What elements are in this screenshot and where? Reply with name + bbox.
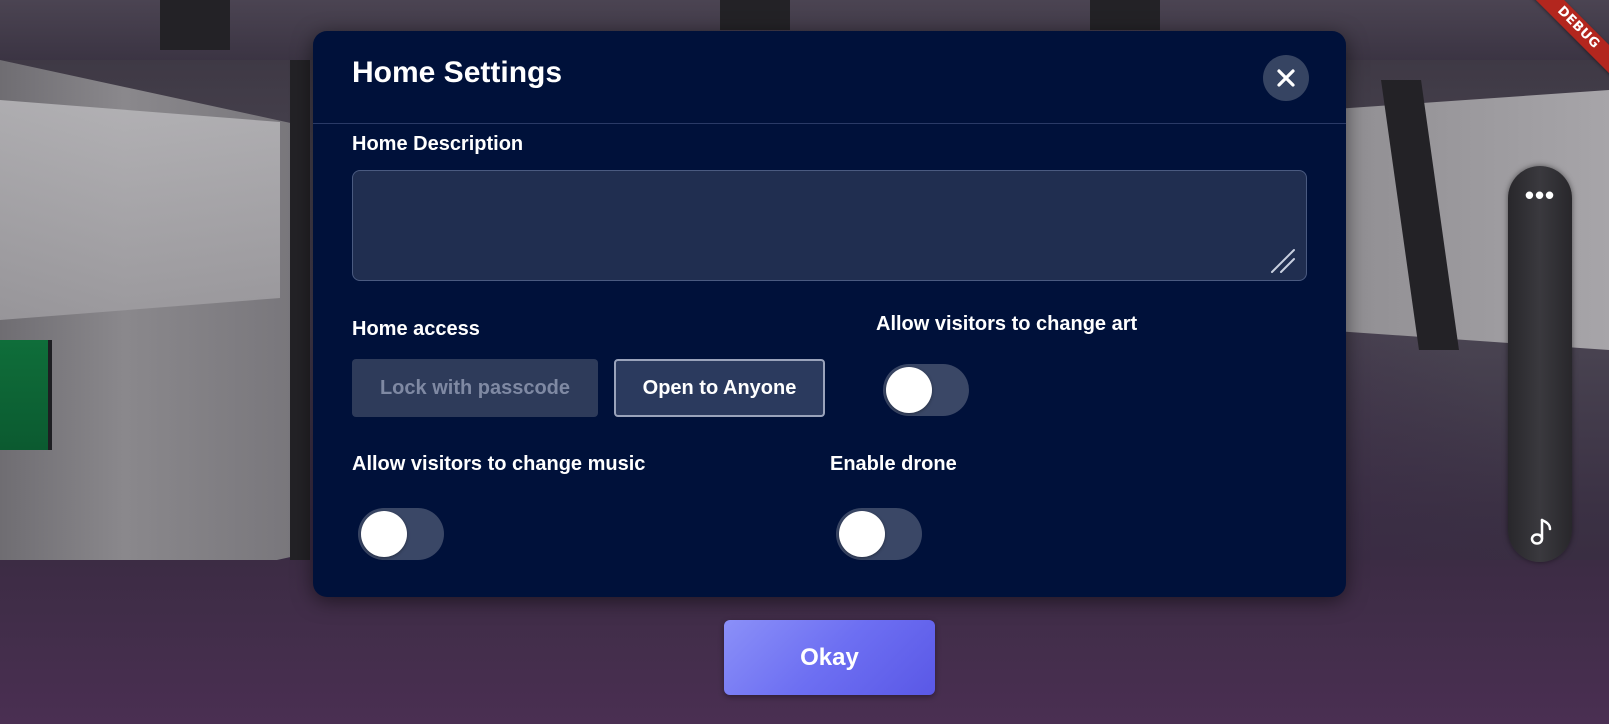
room-pillar (290, 60, 310, 620)
toggle-knob (839, 511, 885, 557)
lock-with-passcode-button[interactable]: Lock with passcode (352, 359, 598, 417)
more-options-icon[interactable]: ••• (1508, 180, 1572, 210)
enable-drone-toggle[interactable] (836, 508, 922, 560)
resize-handle-icon[interactable] (1268, 246, 1298, 276)
wall-panel-left (0, 100, 280, 320)
close-button[interactable] (1263, 55, 1309, 101)
dialog-title: Home Settings (352, 56, 563, 89)
ceiling-beam (720, 0, 790, 30)
ceiling-beam (160, 0, 230, 50)
enable-drone-label: Enable drone (830, 453, 957, 475)
dialog-header: Home Settings (313, 31, 1346, 124)
green-artwork-frame (0, 340, 52, 450)
change-art-label: Allow visitors to change art (876, 313, 1138, 335)
side-toolbar: ••• (1508, 166, 1572, 562)
okay-button[interactable]: Okay (724, 620, 935, 695)
open-to-anyone-button[interactable]: Open to Anyone (614, 359, 825, 417)
home-access-label: Home access (352, 318, 480, 340)
home-settings-dialog: Home Settings Home Description Home acce… (313, 31, 1346, 597)
change-art-toggle[interactable] (883, 364, 969, 416)
music-note-icon[interactable] (1520, 512, 1560, 552)
home-description-label: Home Description (352, 133, 524, 155)
change-music-label: Allow visitors to change music (352, 453, 646, 475)
toggle-knob (886, 367, 932, 413)
game-scene-background: DEBUG ••• Home Settings Home Description (0, 0, 1609, 724)
close-icon (1277, 69, 1295, 87)
change-music-toggle[interactable] (358, 508, 444, 560)
home-description-input[interactable] (352, 170, 1307, 281)
toggle-knob (361, 511, 407, 557)
ceiling-beam (1090, 0, 1160, 30)
